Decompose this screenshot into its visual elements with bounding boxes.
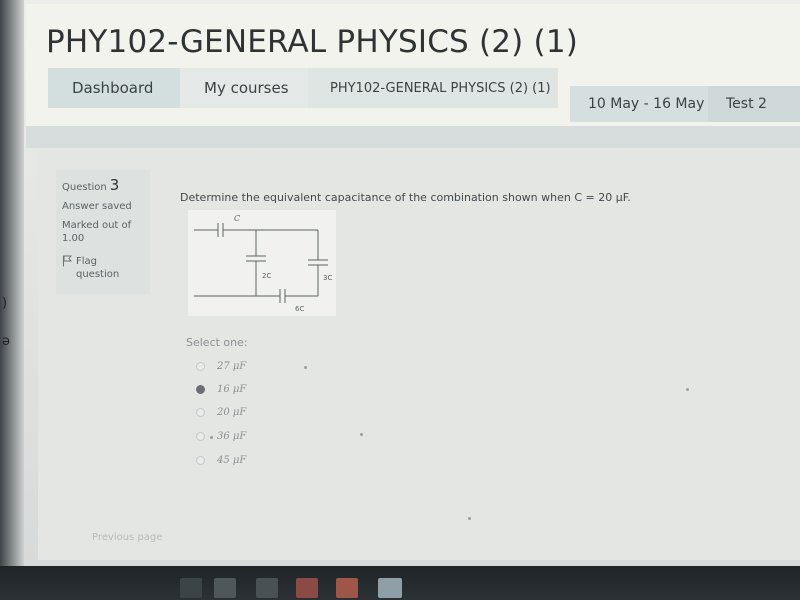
- question-heading: Question 3: [62, 176, 144, 194]
- flag-question-button[interactable]: Flag question: [62, 255, 144, 281]
- answer-option[interactable]: 27 μF: [196, 358, 246, 374]
- breadcrumb-week[interactable]: 10 May - 16 May: [570, 86, 708, 122]
- question-number: 3: [109, 176, 120, 194]
- answer-option-label: 45 μF: [217, 454, 247, 466]
- taskbar-app-icon[interactable]: [296, 578, 318, 598]
- answer-option[interactable]: 20 μF: [196, 404, 246, 420]
- marked-out-of-label: Marked out of: [62, 220, 132, 231]
- taskbar-app-icon[interactable]: [378, 578, 402, 598]
- dust-speck: [468, 517, 471, 520]
- flag-label-line2: question: [76, 269, 120, 280]
- flag-label: Flag question: [76, 255, 119, 281]
- header-separator: [26, 126, 800, 148]
- edge-glyph: ə: [2, 334, 10, 349]
- breadcrumb-course[interactable]: PHY102-GENERAL PHYSICS (2) (1): [308, 68, 558, 108]
- dust-speck: [304, 366, 307, 369]
- radio-button[interactable]: [196, 407, 205, 417]
- answer-status: Answer saved: [62, 201, 132, 212]
- flag-label-line1: Flag: [76, 256, 98, 267]
- answer-option-label: 20 μF: [217, 406, 247, 418]
- answer-option-label: 36 μF: [217, 430, 247, 442]
- circuit-diagram: C 2C 3C 6C: [188, 210, 336, 316]
- radio-button-selected[interactable]: [196, 384, 205, 394]
- page-title: PHY102-GENERAL PHYSICS (2) (1): [46, 24, 579, 60]
- radio-button[interactable]: [196, 455, 205, 465]
- circuit-svg: C 2C 3C 6C: [194, 214, 332, 313]
- breadcrumb-test[interactable]: Test 2: [708, 86, 800, 122]
- dust-speck: [360, 433, 363, 436]
- previous-page-button[interactable]: Previous page: [92, 532, 162, 543]
- question-label: Question: [62, 182, 107, 193]
- select-one-label: Select one:: [186, 336, 248, 349]
- taskbar-app-icon[interactable]: [256, 578, 278, 598]
- flag-icon: [63, 255, 72, 267]
- question-card: [38, 150, 800, 560]
- label-6c: 6C: [295, 305, 304, 313]
- answer-option-label: 27 μF: [217, 360, 247, 372]
- breadcrumb-my-courses[interactable]: My courses: [180, 68, 308, 108]
- label-2c: 2C: [262, 272, 271, 280]
- label-c: C: [234, 214, 240, 223]
- dust-speck: [686, 388, 689, 391]
- radio-button[interactable]: [196, 361, 205, 371]
- breadcrumb-dashboard[interactable]: Dashboard: [48, 68, 180, 108]
- mark-value: 1.00: [62, 233, 85, 244]
- question-info-box: Question 3 Answer saved Marked out of 1.…: [56, 170, 150, 294]
- question-text: Determine the equivalent capacitance of …: [180, 191, 631, 204]
- answer-option-label: 16 μF: [217, 383, 247, 395]
- label-3c: 3C: [323, 274, 332, 282]
- taskbar-app-icon[interactable]: [180, 578, 202, 598]
- dust-speck: [210, 436, 213, 439]
- taskbar-app-icon[interactable]: [336, 578, 358, 598]
- taskbar-app-icon[interactable]: [214, 578, 236, 598]
- breadcrumb: Dashboard My courses PHY102-GENERAL PHYS…: [48, 68, 800, 122]
- answer-option[interactable]: 45 μF: [196, 452, 246, 468]
- answer-option[interactable]: 36 μF: [196, 428, 246, 444]
- edge-glyph: ): [2, 296, 8, 311]
- radio-button[interactable]: [196, 431, 205, 441]
- answer-option[interactable]: 16 μF: [196, 381, 246, 397]
